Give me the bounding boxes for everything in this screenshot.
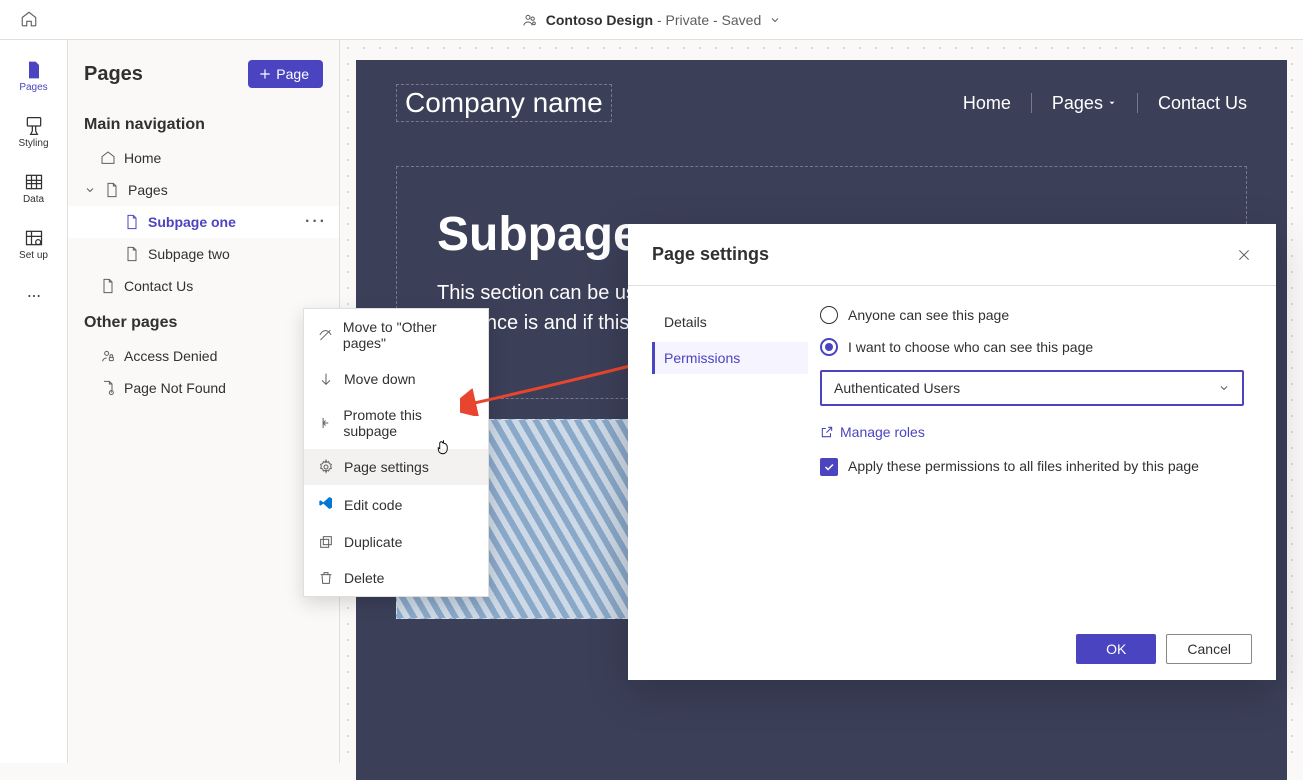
modal-title: Page settings bbox=[652, 244, 769, 265]
gear-icon bbox=[318, 459, 334, 475]
modal-tabs: Details Permissions bbox=[628, 286, 808, 618]
page-icon bbox=[124, 246, 140, 262]
main-navigation-label: Main navigation bbox=[68, 104, 339, 142]
people-icon bbox=[522, 12, 538, 28]
arrow-down-icon bbox=[318, 371, 334, 387]
apply-inherit-checkbox[interactable]: Apply these permissions to all files inh… bbox=[820, 458, 1244, 476]
page-warning-icon bbox=[100, 380, 116, 396]
new-page-button[interactable]: Page bbox=[248, 60, 323, 88]
ctx-delete[interactable]: Delete bbox=[304, 560, 488, 596]
ctx-edit-code[interactable]: Edit code bbox=[304, 485, 488, 524]
nav-pages[interactable]: Pages bbox=[1052, 93, 1117, 114]
chevron-down-icon bbox=[1218, 382, 1230, 394]
tab-details[interactable]: Details bbox=[652, 306, 808, 338]
close-icon[interactable] bbox=[1236, 247, 1252, 263]
ctx-move-other[interactable]: Move to "Other pages" bbox=[304, 309, 488, 361]
other-pages-tree: Access Denied Page Not Found bbox=[68, 340, 339, 404]
ctx-duplicate[interactable]: Duplicate bbox=[304, 524, 488, 560]
page-icon bbox=[100, 278, 116, 294]
document-title[interactable]: Contoso Design - Private - Saved bbox=[522, 12, 782, 28]
radio-choose[interactable]: I want to choose who can see this page bbox=[820, 338, 1244, 356]
tree-access-denied[interactable]: Access Denied bbox=[68, 340, 339, 372]
page-icon bbox=[104, 182, 120, 198]
pages-panel: Pages Page Main navigation Home Pages Su… bbox=[68, 40, 340, 763]
outdent-icon bbox=[318, 415, 333, 431]
preview-nav: Home Pages Contact Us bbox=[963, 93, 1247, 114]
top-bar: Contoso Design - Private - Saved bbox=[0, 0, 1303, 40]
pages-title: Pages bbox=[84, 63, 143, 86]
roles-select[interactable]: Authenticated Users bbox=[820, 370, 1244, 406]
tree-home[interactable]: Home bbox=[68, 142, 339, 174]
ctx-promote[interactable]: Promote this subpage bbox=[304, 397, 488, 449]
tree-subpage-one[interactable]: Subpage one ··· bbox=[68, 206, 339, 238]
more-icon[interactable]: ··· bbox=[305, 213, 327, 231]
other-pages-label: Other pages bbox=[68, 302, 339, 340]
radio-anyone[interactable]: Anyone can see this page bbox=[820, 306, 1244, 324]
ctx-page-settings[interactable]: Page settings bbox=[304, 449, 488, 485]
preview-logo[interactable]: Company name bbox=[396, 84, 612, 122]
cancel-button[interactable]: Cancel bbox=[1166, 634, 1252, 664]
tab-permissions[interactable]: Permissions bbox=[652, 342, 808, 374]
rail-styling[interactable]: Styling bbox=[4, 104, 64, 160]
tree-contact[interactable]: Contact Us bbox=[68, 270, 339, 302]
nav-contact[interactable]: Contact Us bbox=[1158, 93, 1247, 114]
page-icon bbox=[124, 214, 140, 230]
radio-checked-icon bbox=[820, 338, 838, 356]
duplicate-icon bbox=[318, 534, 334, 550]
tree-subpage-two[interactable]: Subpage two bbox=[68, 238, 339, 270]
manage-roles-link[interactable]: Manage roles bbox=[820, 424, 1244, 440]
ctx-move-down[interactable]: Move down bbox=[304, 361, 488, 397]
vscode-icon bbox=[318, 495, 334, 511]
nav-home[interactable]: Home bbox=[963, 93, 1011, 114]
tree-pages[interactable]: Pages bbox=[68, 174, 339, 206]
page-settings-modal: Page settings Details Permissions Anyone… bbox=[628, 224, 1276, 680]
rail-setup[interactable]: Set up bbox=[4, 216, 64, 272]
trash-icon bbox=[318, 570, 334, 586]
rail-data[interactable]: Data bbox=[4, 160, 64, 216]
radio-icon bbox=[820, 306, 838, 324]
left-rail: Pages Styling Data Set up bbox=[0, 40, 68, 763]
rail-more[interactable] bbox=[4, 276, 64, 316]
ok-button[interactable]: OK bbox=[1076, 634, 1156, 664]
home-icon bbox=[100, 150, 116, 166]
person-lock-icon bbox=[100, 348, 116, 364]
checkbox-checked-icon bbox=[820, 458, 838, 476]
main-nav-tree: Home Pages Subpage one ··· Subpage two C… bbox=[68, 142, 339, 302]
caret-down-icon bbox=[1107, 98, 1117, 108]
tree-page-not-found[interactable]: Page Not Found bbox=[68, 372, 339, 404]
context-menu: Move to "Other pages" Move down Promote … bbox=[303, 308, 489, 597]
hide-icon bbox=[318, 327, 333, 343]
chevron-down-icon bbox=[769, 14, 781, 26]
chevron-down-icon bbox=[84, 184, 96, 196]
home-icon[interactable] bbox=[20, 10, 38, 28]
external-link-icon bbox=[820, 425, 834, 439]
rail-pages[interactable]: Pages bbox=[4, 48, 64, 104]
